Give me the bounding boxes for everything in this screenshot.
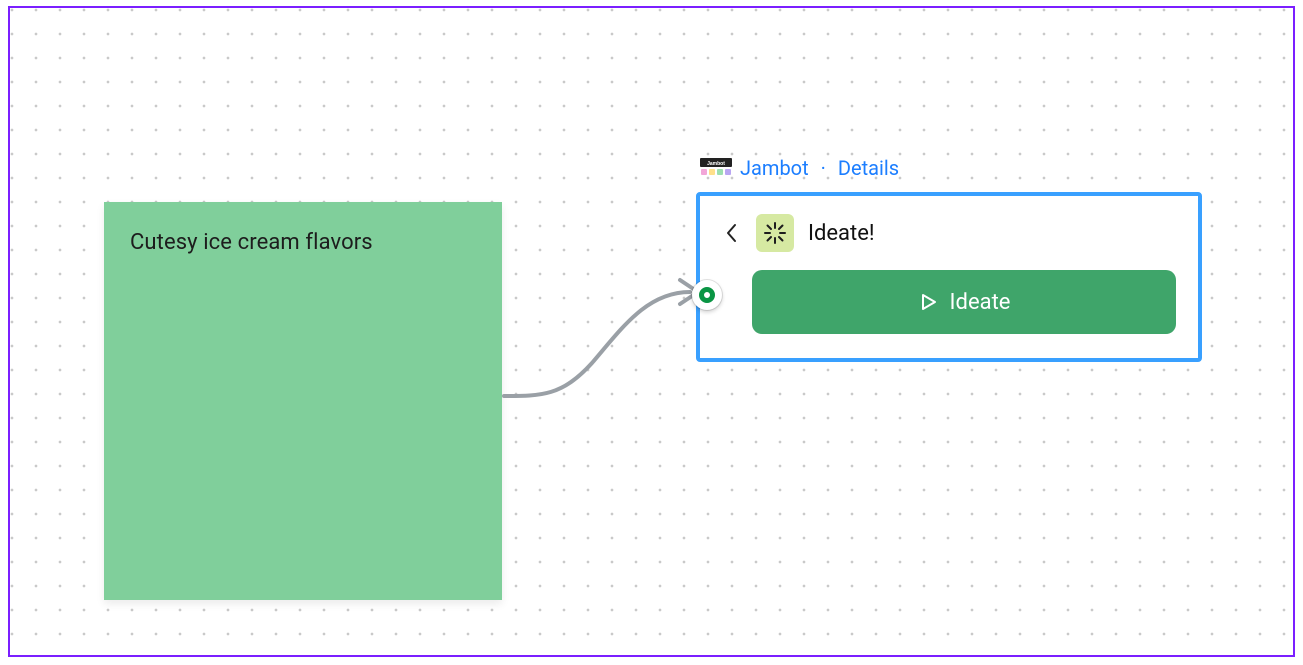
- ideate-button[interactable]: Ideate: [752, 270, 1176, 334]
- canvas-frame[interactable]: Cutesy ice cream flavors Jambot Jambot ·…: [8, 6, 1295, 657]
- widget-title: Ideate!: [808, 221, 875, 246]
- connector-arrow: [502, 268, 722, 428]
- jambot-name-link[interactable]: Jambot: [740, 156, 809, 180]
- details-link[interactable]: Details: [838, 156, 899, 180]
- widget-header: Ideate!: [722, 214, 1176, 252]
- jambot-widget-inner: Ideate! Ideate: [700, 196, 1198, 358]
- ideate-button-label: Ideate: [950, 290, 1011, 315]
- chevron-left-icon: [726, 223, 738, 243]
- jambot-logo-icon: Jambot: [700, 158, 732, 178]
- jambot-widget[interactable]: Ideate! Ideate: [696, 192, 1202, 362]
- svg-text:Jambot: Jambot: [707, 161, 725, 167]
- play-icon: [918, 292, 938, 312]
- sticky-note-text: Cutesy ice cream flavors: [130, 230, 476, 255]
- ideate-module-icon: [756, 214, 794, 252]
- sticky-note[interactable]: Cutesy ice cream flavors: [104, 202, 502, 600]
- widget-label-bar: Jambot Jambot · Details: [700, 156, 899, 180]
- input-port[interactable]: [692, 280, 722, 310]
- input-port-ring-icon: [699, 287, 715, 303]
- label-separator: ·: [821, 156, 826, 180]
- sparkle-burst-icon: [763, 221, 787, 245]
- back-button[interactable]: [722, 219, 742, 247]
